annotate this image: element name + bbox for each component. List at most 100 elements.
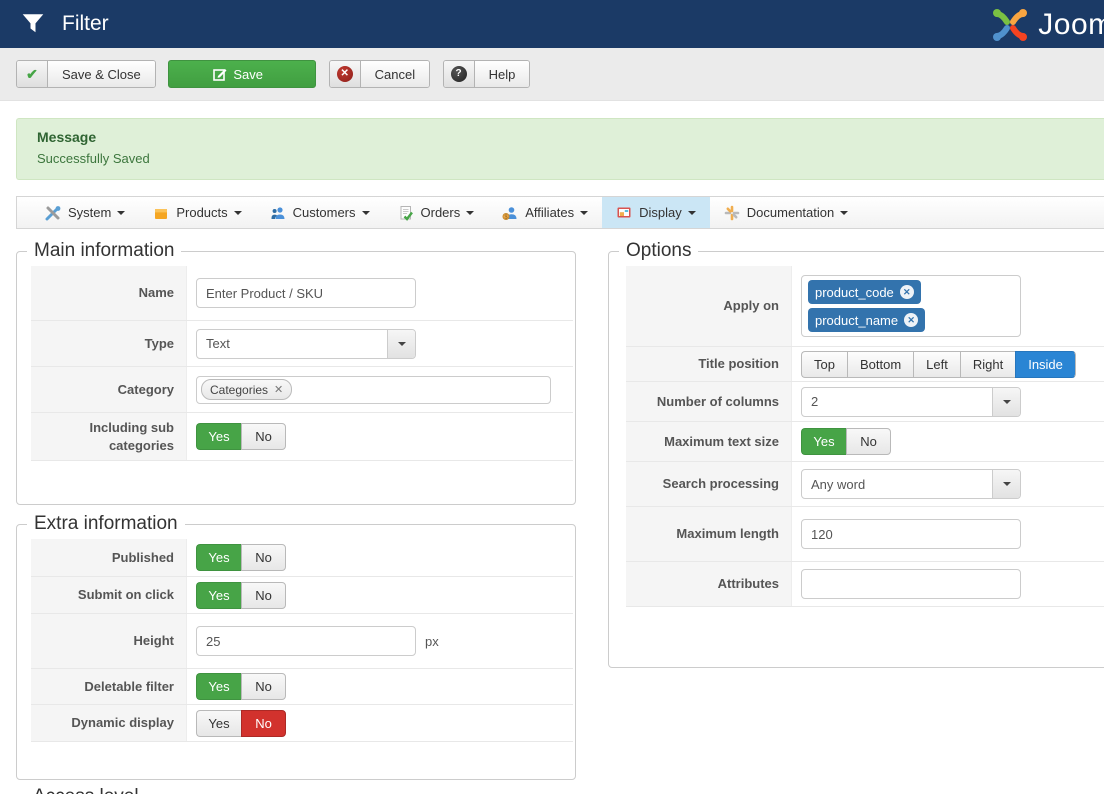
edit-icon bbox=[213, 69, 227, 81]
documentation-icon bbox=[724, 205, 740, 221]
apply-on-chip-label: product_code bbox=[815, 284, 894, 300]
menu-item-affiliates[interactable]: $ Affiliates bbox=[488, 197, 602, 228]
apply-on-multiselect[interactable]: product_code ✕ product_name ✕ bbox=[801, 275, 1021, 337]
yes-button[interactable]: Yes bbox=[801, 428, 846, 455]
form-row-apply-on: Apply on product_code ✕ product_name ✕ bbox=[626, 266, 1104, 346]
field-label: Attributes bbox=[626, 562, 792, 606]
toolbar: ✔ Save & Close Save ✕ Cancel ? Help bbox=[0, 48, 1104, 101]
menu-item-documentation[interactable]: Documentation bbox=[710, 197, 862, 228]
menu-item-customers[interactable]: Customers bbox=[256, 197, 384, 228]
remove-tag-icon[interactable]: ✕ bbox=[899, 285, 914, 299]
title-position-right[interactable]: Right bbox=[959, 350, 1016, 378]
title-position-inside[interactable]: Inside bbox=[1015, 350, 1076, 378]
columns-select-button[interactable] bbox=[992, 387, 1020, 416]
dynamic-display-toggle: Yes No bbox=[196, 709, 286, 737]
system-icon bbox=[45, 205, 61, 221]
help-button[interactable]: ? Help bbox=[442, 60, 531, 88]
form-row-type: Type Text bbox=[31, 320, 573, 366]
form-table: Name Type Text Category Categories bbox=[31, 266, 573, 462]
yes-button[interactable]: Yes bbox=[196, 423, 241, 451]
cancel-button[interactable]: ✕ Cancel bbox=[328, 60, 431, 88]
menu-item-label: System bbox=[68, 205, 112, 220]
title-bar: Filter Joomla bbox=[0, 0, 1104, 48]
name-input[interactable] bbox=[196, 278, 416, 308]
remove-tag-icon[interactable]: ✕ bbox=[904, 313, 919, 327]
form-row-maximum-length: Maximum length bbox=[626, 506, 1104, 561]
no-button[interactable]: No bbox=[241, 673, 286, 700]
field-label: Submit on click bbox=[31, 577, 187, 613]
chevron-down-icon bbox=[117, 210, 126, 215]
partial-section-legend: Access level bbox=[33, 786, 139, 794]
menu-item-system[interactable]: System bbox=[31, 197, 139, 228]
form-row-deletable-filter: Deletable filter Yes No bbox=[31, 668, 573, 704]
menu-item-orders[interactable]: Orders bbox=[384, 197, 489, 228]
search-processing-button[interactable] bbox=[992, 470, 1020, 498]
check-icon: ✔ bbox=[26, 65, 38, 82]
field-label: Search processing bbox=[626, 462, 792, 506]
filter-icon bbox=[22, 14, 44, 33]
attributes-input[interactable] bbox=[801, 569, 1021, 599]
yes-button[interactable]: Yes bbox=[196, 581, 241, 609]
no-button[interactable]: No bbox=[241, 423, 286, 451]
type-select-value: Text bbox=[206, 336, 230, 351]
height-input[interactable] bbox=[196, 626, 416, 656]
joomla-logo-text: Joomla bbox=[1038, 8, 1104, 41]
form-row-name: Name bbox=[31, 266, 573, 320]
menu-item-products[interactable]: Products bbox=[139, 197, 255, 228]
affiliates-icon: $ bbox=[502, 205, 518, 221]
form-row-published: Published Yes No bbox=[31, 539, 573, 576]
cancel-icon: ✕ bbox=[336, 66, 353, 82]
form-table: Apply on product_code ✕ product_name ✕ T… bbox=[626, 266, 1104, 607]
svg-text:$: $ bbox=[505, 214, 508, 220]
field-label: Name bbox=[31, 266, 187, 320]
page: Filter Joomla ✔ Save & Close bbox=[0, 0, 1104, 794]
field-label: Category bbox=[31, 367, 187, 412]
columns-select[interactable]: 2 bbox=[801, 386, 1021, 417]
no-button[interactable]: No bbox=[241, 709, 286, 737]
yes-button[interactable]: Yes bbox=[196, 709, 241, 737]
yes-button[interactable]: Yes bbox=[196, 673, 241, 700]
orders-icon bbox=[398, 205, 414, 221]
menu-item-label: Customers bbox=[292, 205, 356, 220]
form-row-number-of-columns: Number of columns 2 bbox=[626, 381, 1104, 421]
search-processing-select[interactable]: Any word bbox=[801, 469, 1021, 499]
title-position-group: Top Bottom Left Right Inside bbox=[801, 350, 1076, 378]
form-row-title-position: Title position Top Bottom Left Right Ins… bbox=[626, 346, 1104, 381]
title-position-top[interactable]: Top bbox=[801, 350, 847, 378]
field-label: Including sub categories bbox=[31, 413, 187, 461]
columns-select-value: 2 bbox=[811, 394, 819, 409]
page-title: Filter bbox=[62, 12, 109, 35]
message-title: Message bbox=[37, 129, 97, 145]
menu-item-display[interactable]: Display bbox=[602, 197, 710, 228]
yes-button[interactable]: Yes bbox=[196, 544, 241, 571]
form-row-attributes: Attributes bbox=[626, 561, 1104, 606]
category-tag-input[interactable]: Categories ✕ bbox=[196, 375, 551, 404]
section-options: Options Apply on product_code ✕ product_… bbox=[608, 240, 1104, 668]
section-legend: Main information bbox=[34, 240, 175, 261]
maximum-length-input[interactable] bbox=[801, 519, 1021, 549]
chevron-down-icon bbox=[580, 210, 589, 215]
apply-on-chip[interactable]: product_name ✕ bbox=[808, 308, 926, 332]
form-row-dynamic-display: Dynamic display Yes No bbox=[31, 704, 573, 741]
remove-tag-icon[interactable]: ✕ bbox=[274, 383, 283, 396]
no-button[interactable]: No bbox=[241, 544, 286, 571]
type-select-button[interactable] bbox=[387, 329, 415, 358]
no-button[interactable]: No bbox=[846, 428, 891, 455]
no-button[interactable]: No bbox=[241, 581, 286, 609]
type-select[interactable]: Text bbox=[196, 328, 416, 359]
save-button[interactable]: Save bbox=[168, 60, 317, 88]
apply-on-chip[interactable]: product_code ✕ bbox=[808, 280, 921, 304]
search-processing-value: Any word bbox=[811, 476, 866, 492]
form-row-search-processing: Search processing Any word bbox=[626, 461, 1104, 506]
menu-item-label: Products bbox=[176, 205, 228, 220]
field-label: Dynamic display bbox=[31, 705, 187, 741]
title-position-left[interactable]: Left bbox=[913, 350, 960, 378]
category-chip[interactable]: Categories ✕ bbox=[201, 379, 293, 400]
save-and-close-button[interactable]: ✔ Save & Close bbox=[16, 60, 156, 88]
chevron-down-icon bbox=[233, 210, 242, 215]
main-menu: System Products Customers Orders $ Affil… bbox=[16, 196, 1104, 229]
form-row-category: Category Categories ✕ bbox=[31, 366, 573, 412]
title-position-bottom[interactable]: Bottom bbox=[846, 350, 914, 378]
success-message: Message Successfully Saved bbox=[16, 118, 1104, 180]
form-row-height: Height px bbox=[31, 613, 573, 668]
